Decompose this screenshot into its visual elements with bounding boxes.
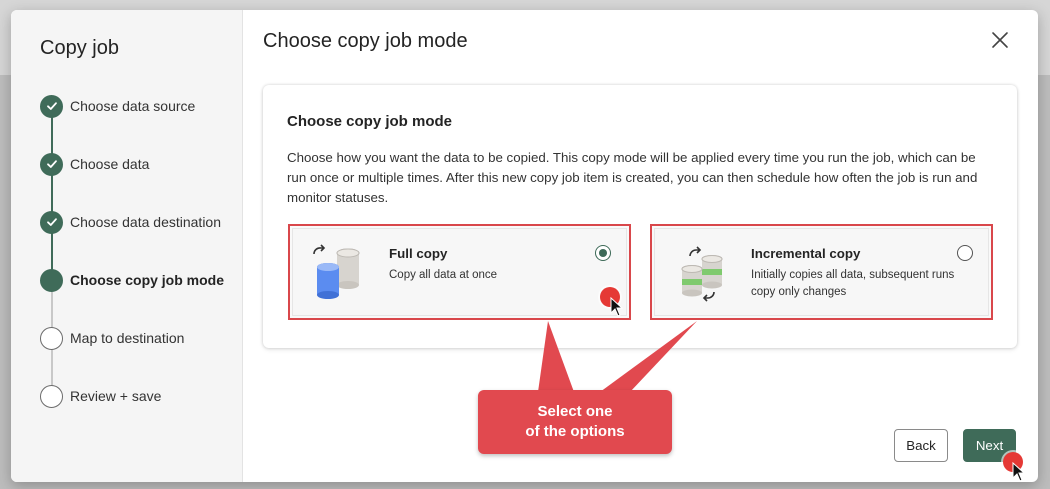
incremental-copy-option[interactable]: Incremental copy Initially copies all da… [650, 224, 993, 320]
step-label: Choose data [70, 156, 150, 172]
step-label: Map to destination [70, 330, 185, 346]
callout-line-2: of the options [525, 423, 625, 440]
step-choose-data: Choose data [40, 152, 149, 176]
callout-line-1: Select one [537, 403, 613, 420]
step-label: Review + save [70, 388, 162, 404]
option-description: Copy all data at once [389, 269, 498, 281]
instruction-callout: Select one of the options [478, 390, 672, 454]
step-choose-data-destination: Choose data destination [40, 210, 221, 234]
option-title: Full copy [389, 246, 448, 261]
mouse-cursor-icon [610, 297, 624, 317]
step-label: Choose data destination [70, 214, 221, 230]
close-button[interactable] [988, 28, 1012, 52]
step-current-indicator-icon [40, 268, 63, 292]
full-copy-option[interactable]: Full copy Copy all data at once [288, 224, 631, 320]
copy-mode-card: Choose copy job mode Choose how you want… [263, 85, 1017, 348]
sidebar-title: Copy job [40, 37, 119, 59]
step-pending-circle-icon [40, 384, 63, 408]
card-heading: Choose copy job mode [287, 113, 453, 130]
step-choose-data-source: Choose data source [40, 94, 195, 118]
close-icon [992, 32, 1008, 48]
step-complete-check-icon [40, 152, 63, 176]
full-copy-radio[interactable] [595, 245, 611, 261]
step-complete-check-icon [40, 94, 63, 118]
wizard-sidebar: Copy job Choose data source Choose data [11, 10, 243, 482]
page-title: Choose copy job mode [263, 30, 468, 52]
option-description: Initially copies all data, subsequent ru… [751, 269, 955, 298]
database-incremental-copy-icon [681, 246, 723, 302]
incremental-copy-radio[interactable] [957, 245, 973, 261]
step-choose-copy-job-mode: Choose copy job mode [40, 268, 224, 292]
step-label: Choose data source [70, 98, 196, 114]
radio-selected-dot [599, 249, 607, 257]
mouse-cursor-icon [1012, 462, 1026, 482]
option-title: Incremental copy [751, 246, 861, 261]
step-complete-check-icon [40, 210, 63, 234]
stepper-track-progress [51, 106, 53, 280]
step-pending-circle-icon [40, 326, 63, 350]
step-label: Choose copy job mode [70, 272, 225, 288]
database-full-copy-icon [313, 244, 360, 299]
step-map-to-destination: Map to destination [40, 326, 184, 350]
back-button[interactable]: Back [894, 429, 948, 462]
card-description: Choose how you want the data to be copie… [287, 150, 978, 205]
step-review-save: Review + save [40, 384, 161, 408]
